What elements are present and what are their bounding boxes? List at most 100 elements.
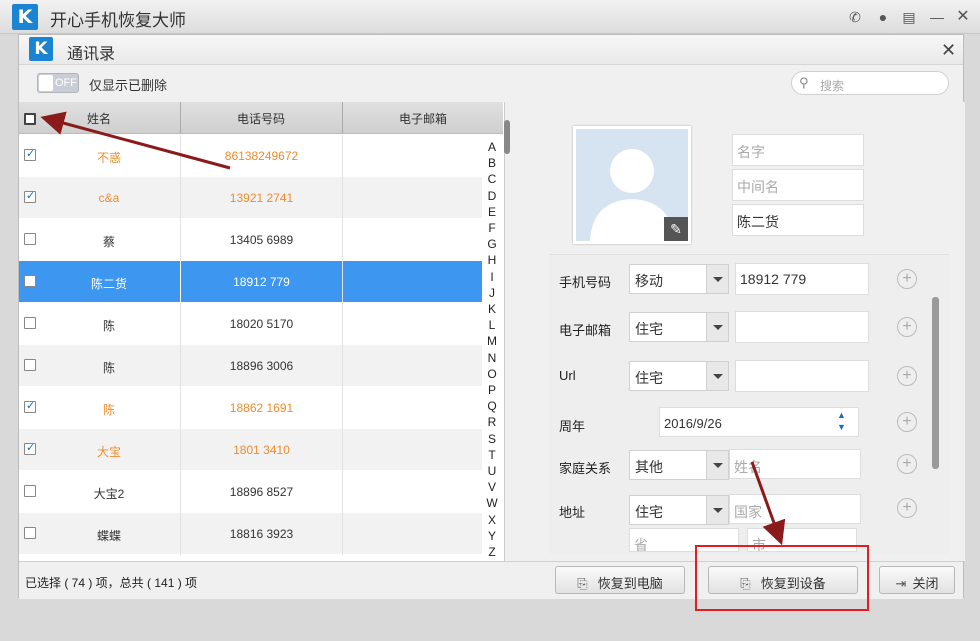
- alphabet-letter[interactable]: M: [482, 334, 502, 348]
- row-checkbox[interactable]: [24, 189, 36, 203]
- alphabet-letter[interactable]: Z: [482, 545, 502, 559]
- row-checkbox[interactable]: [24, 275, 36, 287]
- alphabet-letter[interactable]: S: [482, 432, 502, 446]
- contact-name-cell: 陈二货: [90, 277, 127, 291]
- header-phone[interactable]: 电话号码: [181, 110, 341, 127]
- table-row[interactable]: 蔡 13405 6989: [19, 219, 483, 261]
- alphabet-letter[interactable]: P: [482, 383, 502, 397]
- email-type-value: 住宅: [635, 321, 663, 337]
- table-row[interactable]: 大宝 1801 3410: [19, 429, 483, 471]
- list-scrollbar[interactable]: [504, 120, 510, 154]
- alphabet-letter[interactable]: K: [482, 302, 502, 316]
- date-spinner-icon[interactable]: ▲ ▼: [837, 409, 846, 433]
- alphabet-letter[interactable]: J: [482, 286, 502, 300]
- header-email[interactable]: 电子邮箱: [343, 110, 503, 127]
- row-checkbox[interactable]: [24, 527, 36, 539]
- add-address-icon[interactable]: +: [897, 498, 917, 518]
- detail-scrollbar[interactable]: [932, 297, 939, 469]
- table-row[interactable]: c&a 13921 2741: [19, 177, 483, 219]
- url-type-select[interactable]: 住宅: [629, 361, 729, 391]
- alphabet-letter[interactable]: Y: [482, 529, 502, 543]
- phone-field[interactable]: 18912 779: [735, 263, 869, 295]
- close-window-icon[interactable]: ✕: [954, 8, 972, 26]
- alphabet-letter[interactable]: H: [482, 253, 502, 267]
- alphabet-letter[interactable]: B: [482, 156, 502, 170]
- contact-name-cell: 不惑: [96, 151, 121, 165]
- alphabet-letter[interactable]: R: [482, 415, 502, 429]
- last-name-field[interactable]: 陈二货: [732, 204, 864, 236]
- row-checkbox[interactable]: [24, 233, 36, 245]
- wechat-icon[interactable]: ✆: [846, 8, 864, 26]
- row-checkbox[interactable]: [24, 147, 36, 161]
- country-field[interactable]: 国家: [729, 494, 861, 524]
- table-row[interactable]: 陈二货 18912 779: [19, 261, 483, 303]
- contact-name-cell: 蔡: [102, 235, 115, 249]
- alphabet-letter[interactable]: W: [482, 496, 502, 510]
- table-row[interactable]: 蝶蝶 18816 3923: [19, 513, 483, 555]
- alphabet-letter[interactable]: X: [482, 513, 502, 527]
- table-row[interactable]: 陈 18896 3006: [19, 345, 483, 387]
- chevron-down-icon: [706, 496, 728, 524]
- dialog-logo: K: [29, 37, 53, 61]
- selection-status: 已选择 ( 74 ) 项，总共 ( 141 ) 项: [25, 576, 198, 590]
- restore-to-pc-button[interactable]: ⎘ 恢复到电脑: [555, 566, 685, 594]
- contact-avatar[interactable]: ✎: [573, 126, 691, 244]
- contact-phone-cell: 18896 3006: [229, 359, 294, 373]
- header-name[interactable]: 姓名: [19, 110, 179, 127]
- family-type-value: 其他: [635, 459, 663, 475]
- alphabet-letter[interactable]: Q: [482, 399, 502, 413]
- contact-phone-cell: 18020 5170: [229, 317, 294, 331]
- alphabet-letter[interactable]: O: [482, 367, 502, 381]
- phone-type-select[interactable]: 移动: [629, 264, 729, 294]
- row-checkbox[interactable]: [24, 441, 36, 455]
- row-checkbox[interactable]: [24, 359, 36, 371]
- deleted-only-toggle[interactable]: OFF: [37, 73, 79, 93]
- family-type-select[interactable]: 其他: [629, 450, 729, 480]
- computer-icon: ⎘: [577, 576, 588, 591]
- minimize-icon[interactable]: —: [928, 8, 946, 26]
- edit-avatar-icon[interactable]: ✎: [664, 217, 688, 241]
- dialog-close-icon[interactable]: ✕: [941, 40, 956, 61]
- feedback-icon[interactable]: ▤: [900, 8, 918, 26]
- alphabet-letter[interactable]: V: [482, 480, 502, 494]
- alphabet-letter[interactable]: F: [482, 221, 502, 235]
- add-phone-icon[interactable]: +: [897, 269, 917, 289]
- chat-icon[interactable]: ●: [874, 8, 892, 26]
- email-type-select[interactable]: 住宅: [629, 312, 729, 342]
- address-type-select[interactable]: 住宅: [629, 495, 729, 525]
- url-label: Url: [559, 368, 576, 383]
- row-checkbox[interactable]: [24, 317, 36, 329]
- family-name-field[interactable]: 姓名: [729, 449, 861, 479]
- alphabet-letter[interactable]: I: [482, 270, 502, 284]
- close-button[interactable]: ⇥ 关闭: [879, 566, 955, 594]
- contact-name-cell: 陈: [102, 361, 115, 375]
- table-row[interactable]: 陈 18862 1691: [19, 387, 483, 429]
- exit-icon: ⇥: [895, 576, 907, 591]
- middle-name-field[interactable]: 中间名: [732, 169, 864, 201]
- alphabet-letter[interactable]: C: [482, 172, 502, 186]
- alphabet-letter[interactable]: D: [482, 189, 502, 203]
- alphabet-letter[interactable]: E: [482, 205, 502, 219]
- add-anniversary-icon[interactable]: +: [897, 412, 917, 432]
- add-url-icon[interactable]: +: [897, 366, 917, 386]
- anniversary-date-field[interactable]: 2016/9/26: [659, 407, 859, 437]
- email-field[interactable]: [735, 311, 869, 343]
- alphabet-letter[interactable]: N: [482, 351, 502, 365]
- table-row[interactable]: 大宝2 18896 8527: [19, 471, 483, 513]
- add-family-icon[interactable]: +: [897, 454, 917, 474]
- table-row[interactable]: 不惑 86138249672: [19, 135, 483, 177]
- search-input[interactable]: ⚲ 搜索: [791, 71, 949, 95]
- row-checkbox[interactable]: [24, 399, 36, 413]
- email-label: 电子邮箱: [559, 323, 612, 338]
- restore-to-pc-label: 恢复到电脑: [597, 576, 663, 591]
- alphabet-letter[interactable]: A: [482, 140, 502, 154]
- url-field[interactable]: [735, 360, 869, 392]
- alphabet-letter[interactable]: T: [482, 448, 502, 462]
- add-email-icon[interactable]: +: [897, 317, 917, 337]
- table-row[interactable]: 陈 18020 5170: [19, 303, 483, 345]
- alphabet-letter[interactable]: G: [482, 237, 502, 251]
- alphabet-letter[interactable]: U: [482, 464, 502, 478]
- first-name-field[interactable]: 名字: [732, 134, 864, 166]
- row-checkbox[interactable]: [24, 485, 36, 497]
- alphabet-letter[interactable]: L: [482, 318, 502, 332]
